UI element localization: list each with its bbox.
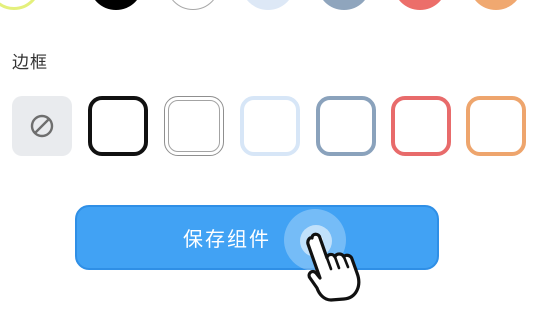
color-swatch-slate[interactable] bbox=[317, 0, 371, 10]
color-swatch-red[interactable] bbox=[393, 0, 447, 10]
color-swatch-orange[interactable] bbox=[469, 0, 523, 10]
color-swatch-yellow[interactable] bbox=[0, 0, 41, 10]
color-swatch-white[interactable] bbox=[166, 0, 220, 10]
widget-editor-page: 边框 保存组件 bbox=[0, 0, 537, 327]
border-swatch-light-blue[interactable] bbox=[240, 96, 300, 156]
border-swatch-orange[interactable] bbox=[466, 96, 526, 156]
border-swatch-red[interactable] bbox=[391, 96, 451, 156]
color-swatch-black[interactable] bbox=[89, 0, 143, 10]
border-swatch-white-inner bbox=[168, 100, 220, 152]
color-swatch-light-blue[interactable] bbox=[241, 0, 295, 10]
border-swatch-white[interactable] bbox=[164, 96, 224, 156]
save-widget-button-label: 保存组件 bbox=[183, 227, 271, 251]
no-border-icon bbox=[30, 114, 54, 138]
hand-pointer-icon bbox=[306, 232, 361, 302]
border-none-option[interactable] bbox=[12, 96, 72, 156]
border-swatch-black[interactable] bbox=[88, 96, 148, 156]
border-swatch-slate[interactable] bbox=[316, 96, 376, 156]
save-widget-button[interactable]: 保存组件 bbox=[75, 205, 439, 270]
border-section-label: 边框 bbox=[12, 53, 48, 73]
